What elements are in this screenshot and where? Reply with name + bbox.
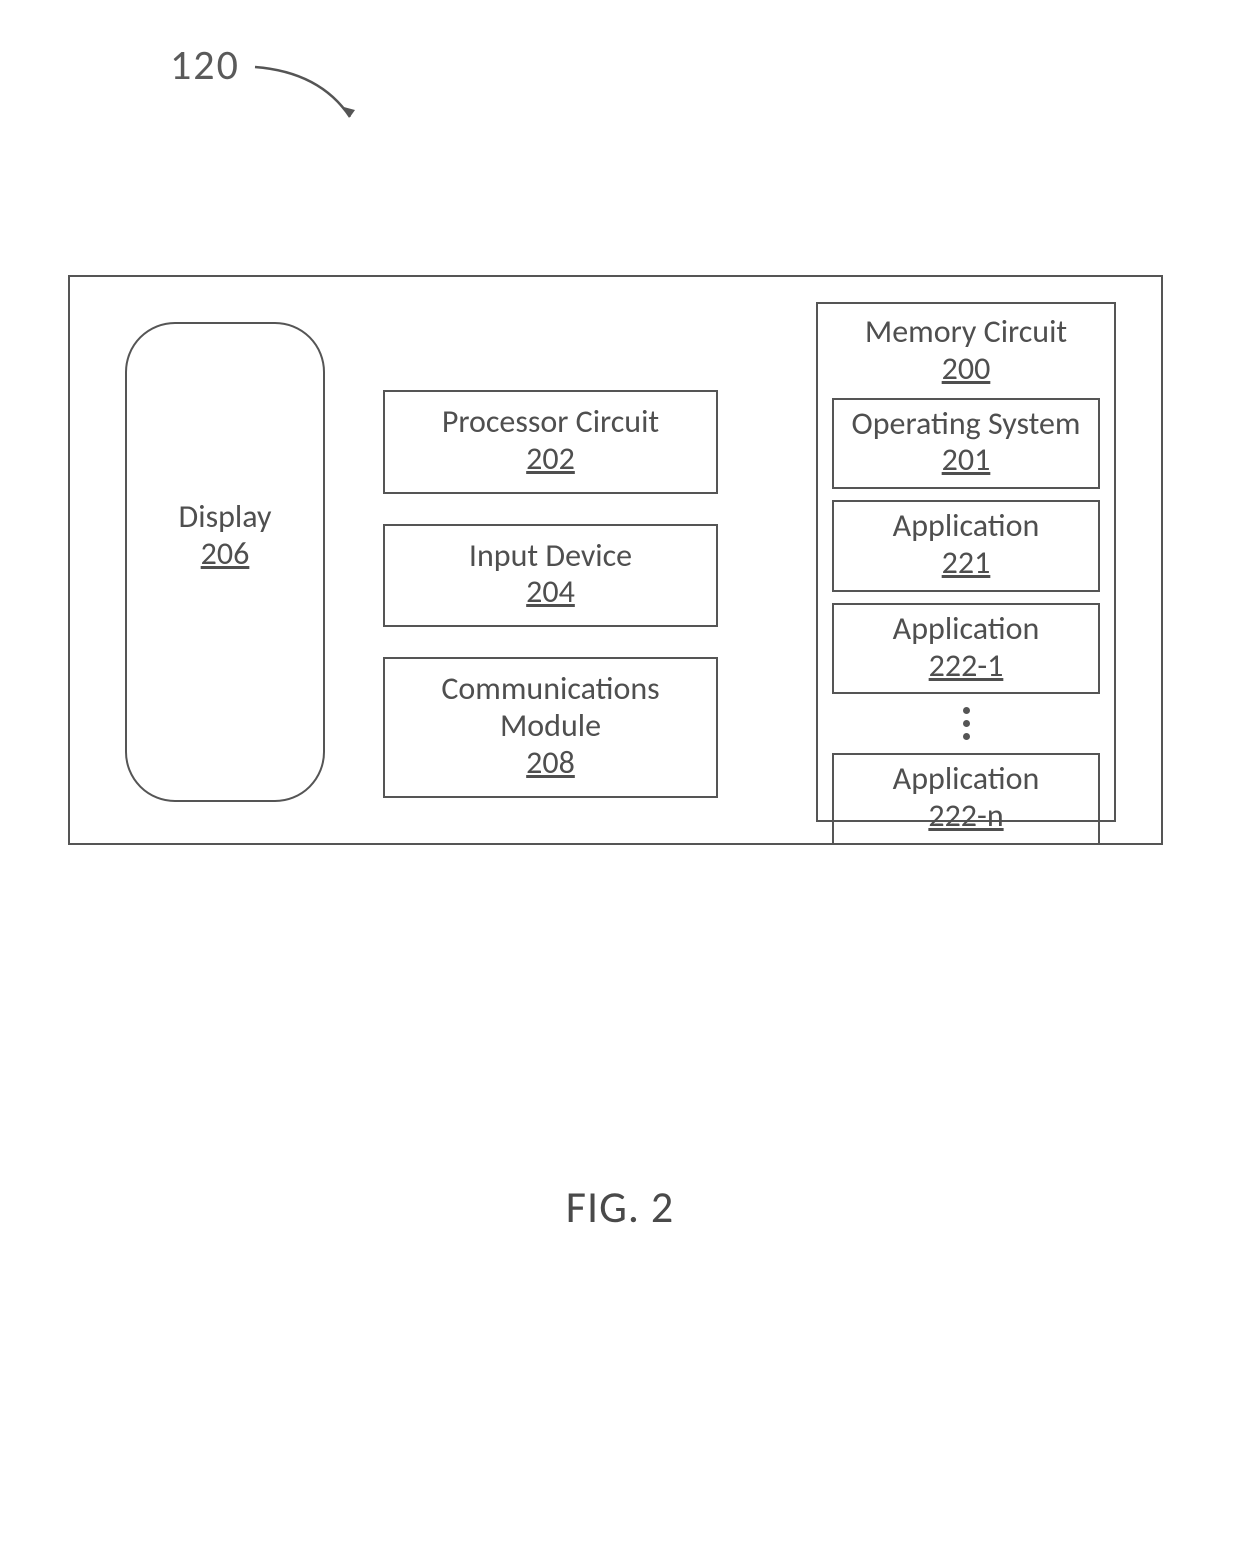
memory-ref: 200 — [832, 351, 1100, 388]
application-222-1-ref: 222-1 — [838, 648, 1094, 685]
processor-label: Processor Circuit — [391, 404, 710, 441]
application-222-n-block: Application 222-n — [832, 753, 1100, 845]
application-222-1-block: Application 222-1 — [832, 603, 1100, 695]
processor-block: Processor Circuit 202 — [383, 390, 718, 494]
figure-reference: 120 — [170, 40, 370, 142]
memory-label: Memory Circuit — [832, 314, 1100, 351]
operating-system-label: Operating System — [838, 406, 1094, 443]
communications-label: Communications Module — [391, 671, 710, 745]
display-block: Display 206 — [125, 322, 325, 802]
memory-contents: Operating System 201 Application 221 App… — [832, 398, 1100, 845]
memory-block: Memory Circuit 200 Operating System 201 … — [816, 302, 1116, 822]
application-221-block: Application 221 — [832, 500, 1100, 592]
application-222-1-label: Application — [838, 611, 1094, 648]
vertical-ellipsis-icon — [832, 705, 1100, 742]
operating-system-ref: 201 — [838, 442, 1094, 479]
input-device-ref: 204 — [391, 574, 710, 611]
display-label: Display — [127, 499, 323, 536]
center-column: Processor Circuit 202 Input Device 204 C… — [383, 390, 718, 798]
input-device-block: Input Device 204 — [383, 524, 718, 628]
operating-system-block: Operating System 201 — [832, 398, 1100, 490]
application-221-label: Application — [838, 508, 1094, 545]
device-container: Display 206 Processor Circuit 202 Input … — [68, 275, 1163, 845]
application-222-n-label: Application — [838, 761, 1094, 798]
figure-ref-number: 120 — [170, 40, 240, 91]
processor-ref: 202 — [391, 441, 710, 478]
arrow-icon — [250, 62, 370, 142]
application-221-ref: 221 — [838, 545, 1094, 582]
communications-block: Communications Module 208 — [383, 657, 718, 797]
display-ref: 206 — [127, 536, 323, 573]
figure-caption: FIG. 2 — [0, 1180, 1240, 1234]
input-device-label: Input Device — [391, 538, 710, 575]
communications-ref: 208 — [391, 745, 710, 782]
application-222-n-ref: 222-n — [838, 798, 1094, 835]
